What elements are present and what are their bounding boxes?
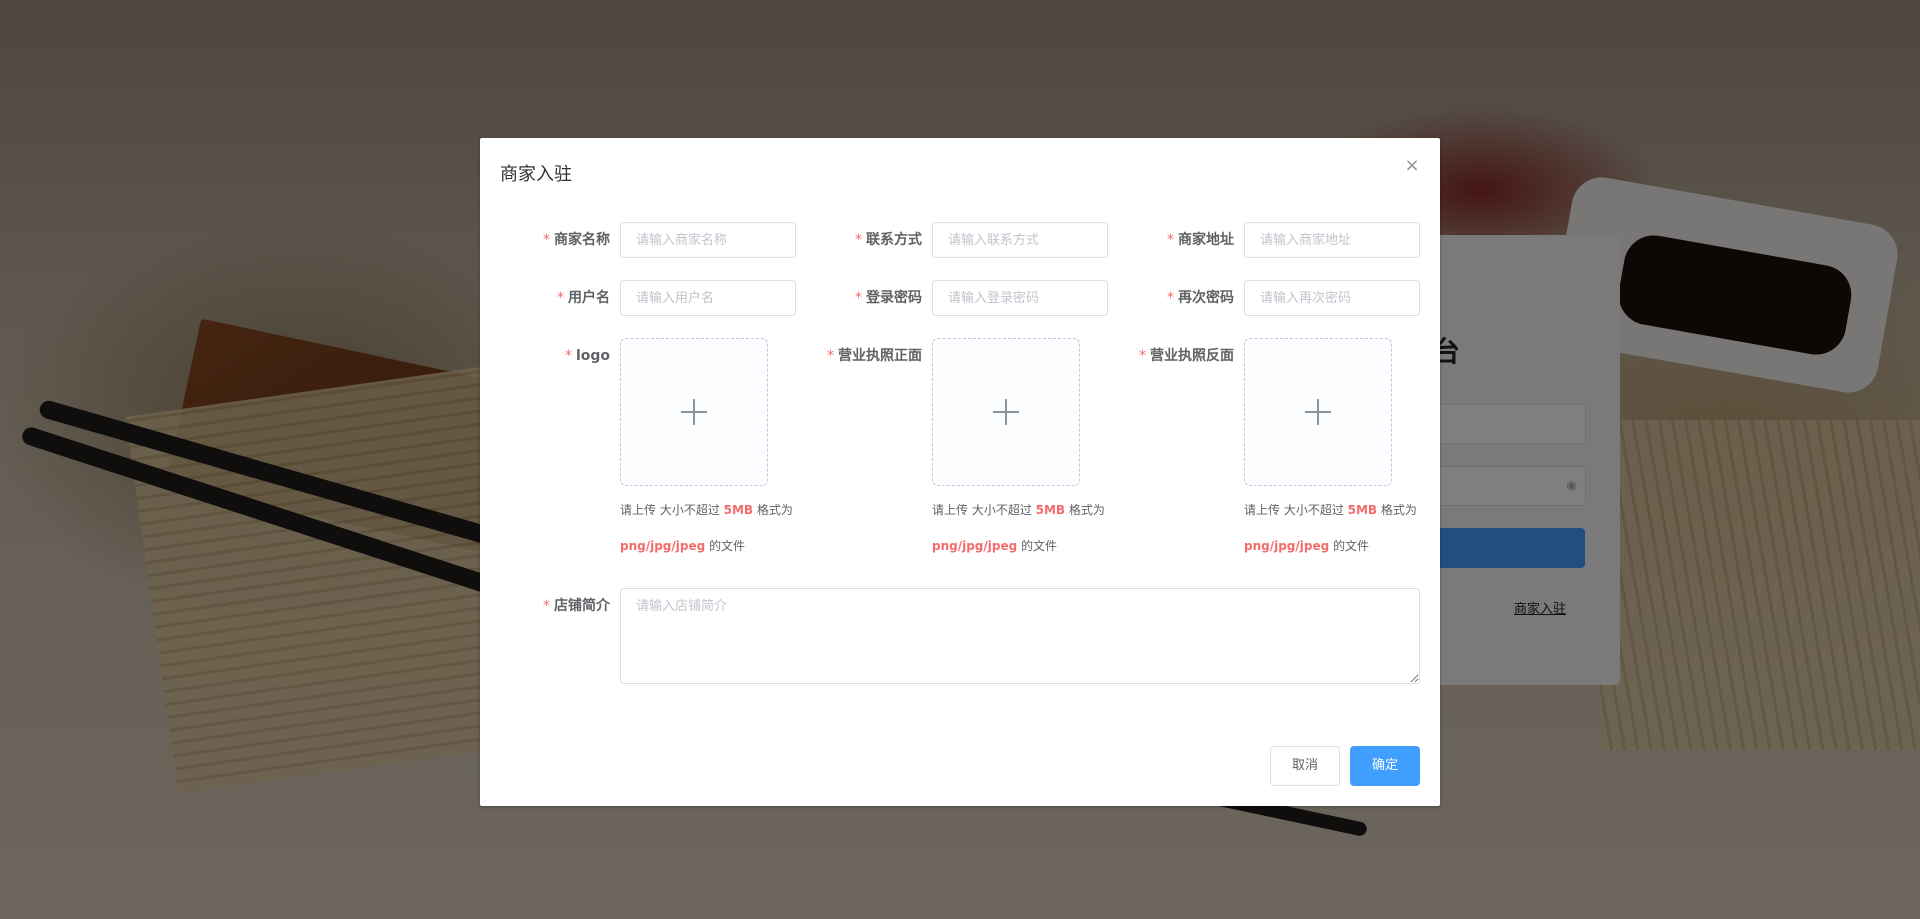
license-back-uploader[interactable] xyxy=(1244,338,1392,486)
logo-upload-tip: 请上传 大小不超过 5MB 格式为 png/jpg/jpeg 的文件 xyxy=(620,503,793,553)
contact-input[interactable] xyxy=(932,222,1108,258)
license-back-upload-tip: 请上传 大小不超过 5MB 格式为 png/jpg/jpeg 的文件 xyxy=(1244,503,1417,553)
address-input[interactable] xyxy=(1244,222,1420,258)
username-label: * 用户名 xyxy=(557,290,610,306)
intro-label: * 店铺简介 xyxy=(543,598,610,614)
plus-icon xyxy=(993,399,1019,425)
address-label: * 商家地址 xyxy=(1167,232,1234,248)
plus-icon xyxy=(1305,399,1331,425)
cancel-button[interactable]: 取消 xyxy=(1270,746,1340,786)
license-front-upload-tip: 请上传 大小不超过 5MB 格式为 png/jpg/jpeg 的文件 xyxy=(932,503,1105,553)
confirm-button[interactable]: 确定 xyxy=(1350,746,1420,786)
dialog-title: 商家入驻 xyxy=(500,164,572,185)
close-icon[interactable]: × xyxy=(1402,156,1422,176)
password-again-input[interactable] xyxy=(1244,280,1420,316)
password-again-label: * 再次密码 xyxy=(1167,290,1234,306)
password-label: * 登录密码 xyxy=(855,290,922,306)
logo-uploader[interactable] xyxy=(620,338,768,486)
license-front-label: * 营业执照正面 xyxy=(827,348,922,364)
contact-label: * 联系方式 xyxy=(855,232,922,248)
merchant-register-dialog: 商家入驻 × *商家名称 *联系方式 *商家地址 *用户名 *登录密码 *再次密… xyxy=(480,138,1440,806)
plus-icon xyxy=(681,399,707,425)
password-input[interactable] xyxy=(932,280,1108,316)
shop-name-label: * 商家名称 xyxy=(543,232,610,248)
shop-name-input[interactable] xyxy=(620,222,796,258)
license-front-uploader[interactable] xyxy=(932,338,1080,486)
username-input[interactable] xyxy=(620,280,796,316)
intro-textarea[interactable] xyxy=(620,588,1420,684)
license-back-label: * 营业执照反面 xyxy=(1139,348,1234,364)
logo-label: * logo xyxy=(564,348,610,364)
